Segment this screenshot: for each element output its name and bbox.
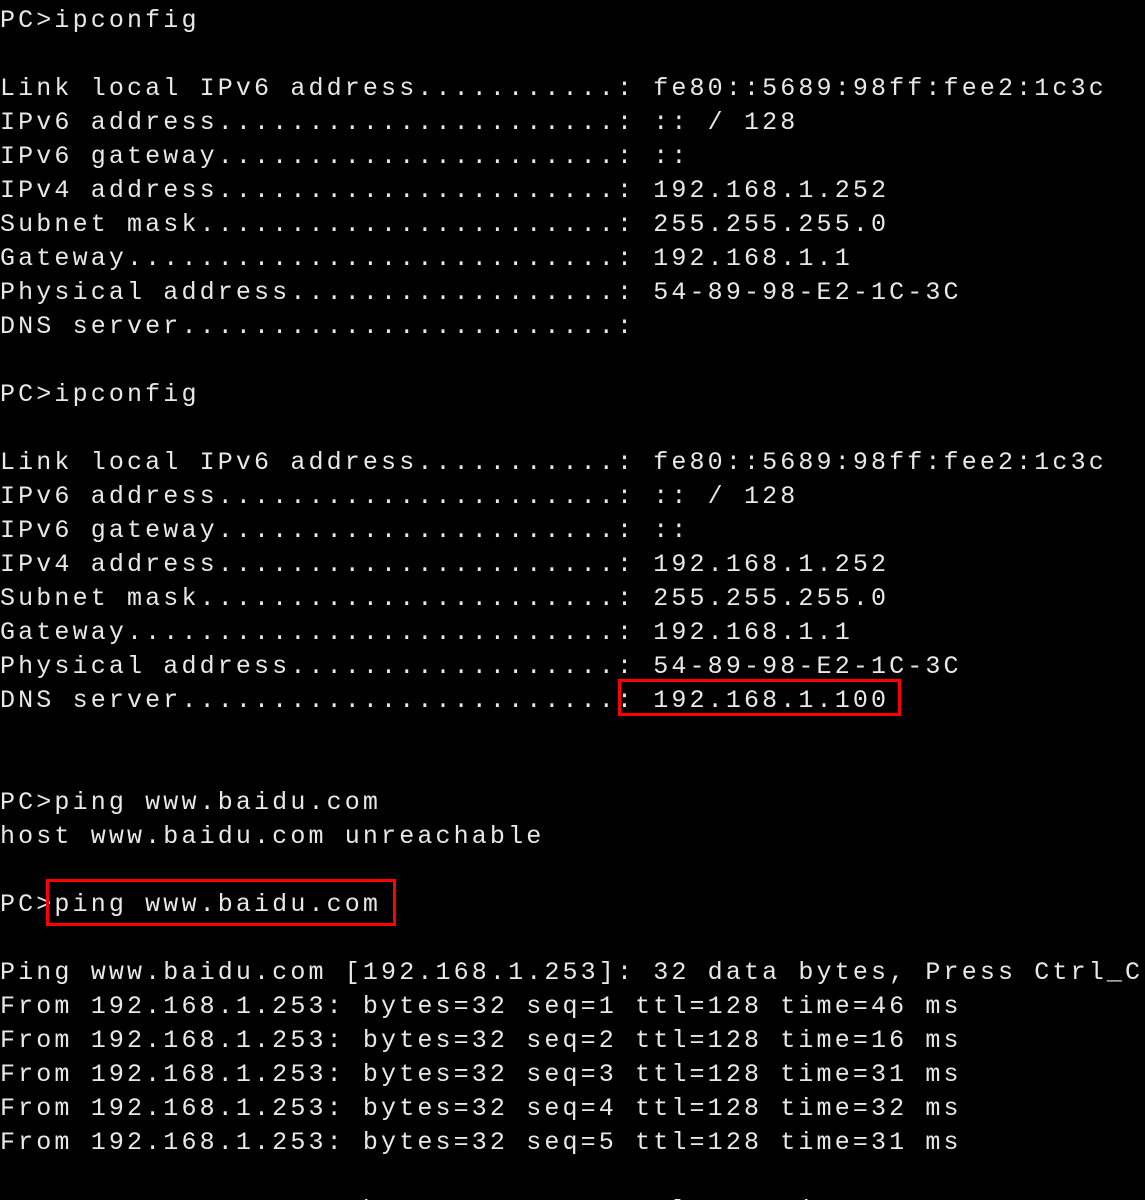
terminal-command-line: PC>ping www.baidu.com bbox=[0, 788, 382, 817]
terminal-command-line: PC>ipconfig bbox=[0, 6, 200, 35]
terminal-output-line: IPv6 gateway......................: :: bbox=[0, 142, 690, 171]
terminal-output-line: Physical address..................: 54-8… bbox=[0, 652, 962, 681]
terminal-window[interactable]: PC>ipconfig Link local IPv6 address.....… bbox=[0, 0, 1145, 1200]
terminal-output-line: From 192.168.1.253: bytes=32 seq=5 ttl=1… bbox=[0, 1128, 962, 1157]
terminal-output-line bbox=[0, 412, 1145, 446]
terminal-output-line: From 192.168.1.253: bytes=32 seq=4 ttl=1… bbox=[0, 1094, 962, 1123]
terminal-output-line: DNS server........................: bbox=[0, 312, 636, 341]
terminal-output-line: Physical address..................: 54-8… bbox=[0, 278, 962, 307]
terminal-output-line: Subnet mask.......................: 255.… bbox=[0, 584, 890, 613]
terminal-output-line: From 192.168.1.253: bytes=32 seq=1 ttl=1… bbox=[0, 992, 962, 1021]
terminal-output-line: From 192.168.1.253: bytes=32 seq=6 ttl=1… bbox=[0, 1194, 1145, 1200]
terminal-output-line bbox=[0, 1160, 1145, 1194]
terminal-output-line: Gateway...........................: 192.… bbox=[0, 244, 853, 273]
terminal-output-line: IPv6 address......................: :: /… bbox=[0, 482, 799, 511]
terminal-output-line bbox=[0, 718, 1145, 752]
terminal-command-line: PC>ping www.baidu.com bbox=[0, 890, 382, 919]
terminal-output-line: Link local IPv6 address...........: fe80… bbox=[0, 448, 1107, 477]
terminal-output-line: IPv4 address......................: 192.… bbox=[0, 550, 890, 579]
terminal-output-line: IPv4 address......................: 192.… bbox=[0, 176, 890, 205]
terminal-output-line: IPv6 gateway......................: :: bbox=[0, 516, 690, 545]
terminal-output-line: From 192.168.1.253: bytes=32 seq=2 ttl=1… bbox=[0, 1026, 962, 1055]
terminal-output-line bbox=[0, 854, 1145, 888]
terminal-output-line: host www.baidu.com unreachable bbox=[0, 822, 545, 851]
terminal-output-line bbox=[0, 922, 1145, 956]
terminal-output: PC>ipconfig Link local IPv6 address.....… bbox=[0, 4, 1145, 1200]
terminal-command-line: PC>ipconfig bbox=[0, 380, 200, 409]
terminal-output-line bbox=[0, 38, 1145, 72]
terminal-output-line: Ping www.baidu.com [192.168.1.253]: 32 d… bbox=[0, 958, 1144, 987]
terminal-output-line: Subnet mask.......................: 255.… bbox=[0, 210, 890, 239]
terminal-output-line: From 192.168.1.253: bytes=32 seq=3 ttl=1… bbox=[0, 1060, 962, 1089]
terminal-output-line bbox=[0, 752, 1145, 786]
terminal-output-line: DNS server........................: 192.… bbox=[0, 686, 890, 715]
terminal-output-line: Gateway...........................: 192.… bbox=[0, 618, 853, 647]
terminal-output-line: Link local IPv6 address...........: fe80… bbox=[0, 74, 1107, 103]
terminal-output-line bbox=[0, 344, 1145, 378]
terminal-output-line: IPv6 address......................: :: /… bbox=[0, 108, 799, 137]
